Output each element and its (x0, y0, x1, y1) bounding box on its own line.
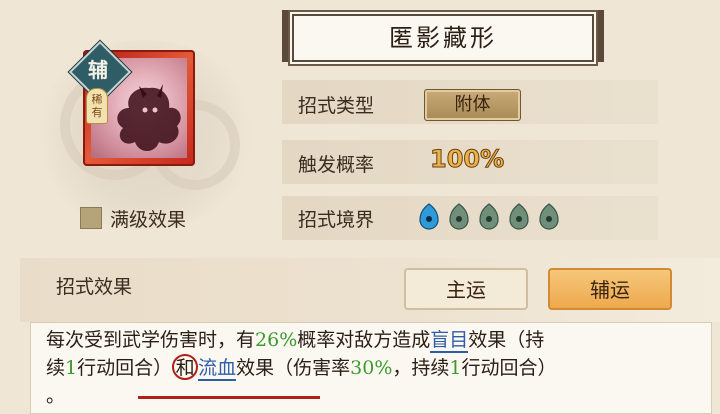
shadow-figure-icon (117, 84, 181, 151)
attribute-label-type: 招式类型 (298, 95, 375, 117)
realm-drop-icon-empty (449, 203, 469, 230)
effect-heading: 招式效果 (56, 276, 133, 298)
attribute-label-realm: 招式境界 (298, 209, 375, 231)
desc-text: 概率对敌方造成 (297, 329, 431, 351)
skill-type-label: 辅 (88, 58, 108, 82)
desc-text: 每次受到武学伤害时，有 (46, 329, 256, 351)
desc-text: 行动回合） (77, 357, 173, 379)
skill-type-value: 附体 (424, 89, 521, 121)
tab-main-cultivation[interactable]: 主运 (404, 268, 528, 310)
banner-left-bar (282, 10, 288, 62)
desc-term-link[interactable]: 流血 (198, 357, 237, 381)
desc-text: 行动回合） (461, 357, 557, 379)
desc-text: ，持续 (392, 357, 450, 379)
circled-annotation: 和 (172, 354, 199, 380)
banner-right-bar (598, 10, 604, 62)
skill-title: 匿影藏形 (389, 24, 497, 52)
desc-text: 效果（持 (468, 329, 545, 351)
tab-aux-cultivation[interactable]: 辅运 (548, 268, 672, 310)
skill-title-banner: 匿影藏形 (282, 10, 604, 62)
realm-drop-icon-empty (479, 203, 499, 230)
desc-text: 效果（伤害率 (236, 357, 351, 379)
max-level-label: 满级效果 (110, 209, 187, 231)
realm-drop-icon-filled (419, 203, 439, 230)
desc-number: 1 (65, 357, 78, 379)
realm-drop-icon-empty (539, 203, 559, 230)
realm-drop-icon-empty (509, 203, 529, 230)
trigger-rate-value: 100% (429, 145, 505, 174)
desc-percent: 26% (255, 329, 298, 351)
desc-percent: 30% (350, 357, 393, 379)
desc-number: 1 (449, 357, 462, 379)
desc-text: 续 (46, 357, 66, 379)
max-level-checkbox[interactable] (80, 207, 102, 229)
red-underline-annotation (138, 396, 320, 399)
attribute-label-rate: 触发概率 (298, 154, 375, 176)
desc-term-link[interactable]: 盲目 (430, 329, 469, 353)
rarity-tag: 稀有 (86, 88, 108, 124)
